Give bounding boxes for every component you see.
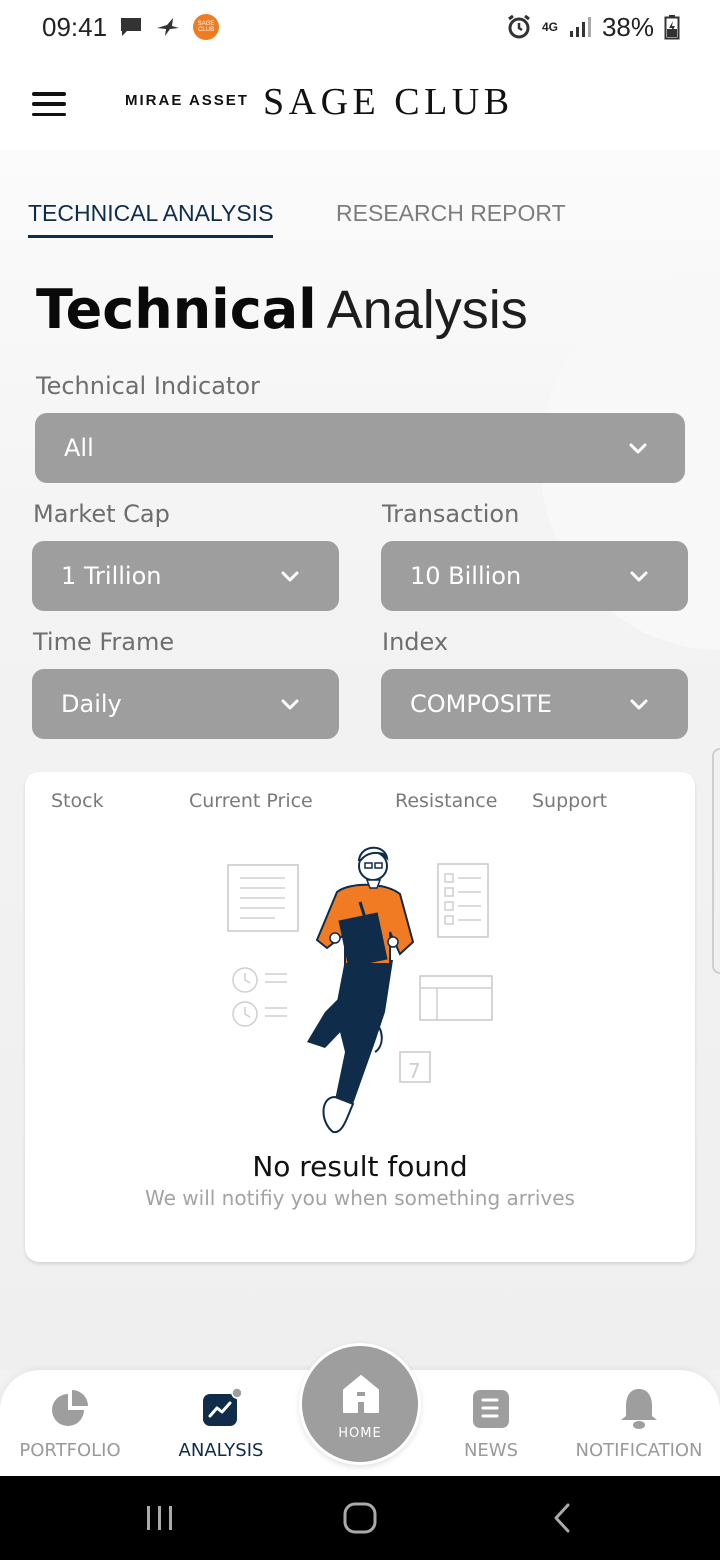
- chevron-down-icon: [629, 443, 647, 453]
- network-type: 4G: [541, 19, 558, 34]
- system-navigation-bar: [0, 1476, 720, 1560]
- trend-chart-icon: [203, 1387, 243, 1426]
- technical-indicator-value: All: [64, 434, 94, 462]
- technical-indicator-select[interactable]: All: [35, 413, 685, 483]
- nav-label-notification: NOTIFICATION: [575, 1440, 703, 1461]
- time-frame-label: Time Frame: [33, 628, 175, 656]
- status-right: 4G 38%: [506, 12, 680, 43]
- index-select[interactable]: COMPOSITE: [381, 669, 688, 739]
- nav-item-news[interactable]: NEWS: [421, 1370, 561, 1476]
- status-left: 09:41 SAGE CLUB: [42, 11, 220, 43]
- home-label: HOME: [338, 1426, 382, 1441]
- page-title-bold: Technical: [36, 278, 317, 341]
- signal-icon: [569, 17, 591, 37]
- nav-item-portfolio[interactable]: PORTFOLIO: [0, 1370, 140, 1476]
- bird-icon: [157, 18, 180, 36]
- page-title: Technical Analysis: [36, 278, 528, 341]
- alarm-icon: [508, 14, 530, 39]
- app-header: MIRAE ASSET SAGE CLUB: [0, 64, 720, 140]
- index-value: COMPOSITE: [410, 690, 552, 718]
- page-title-light: Analysis: [326, 280, 528, 340]
- index-label: Index: [382, 628, 449, 656]
- tab-technical-analysis[interactable]: TECHNICAL ANALYSIS: [28, 200, 274, 238]
- chevron-down-icon: [281, 699, 299, 709]
- app-notification-icon: SAGE CLUB: [193, 14, 220, 40]
- back-icon[interactable]: [548, 1498, 578, 1538]
- message-icon: [121, 18, 142, 36]
- results-table-card: Stock Current Price Resistance Support 7…: [25, 772, 695, 1262]
- chevron-down-icon: [281, 571, 299, 581]
- empty-state-subtitle: We will notifiy you when something arriv…: [145, 1186, 575, 1210]
- time-frame-value: Daily: [61, 690, 122, 718]
- brand-name-small: MIRAE ASSET: [125, 92, 249, 109]
- chevron-down-icon: [630, 699, 648, 709]
- menu-icon[interactable]: [32, 92, 66, 116]
- pie-chart-icon: [52, 1390, 88, 1426]
- column-header-support[interactable]: Support: [532, 790, 607, 812]
- market-cap-value: 1 Trillion: [61, 562, 162, 590]
- market-cap-select[interactable]: 1 Trillion: [32, 541, 339, 611]
- home-button[interactable]: HOME: [299, 1343, 421, 1465]
- transaction-value: 10 Billion: [410, 562, 522, 590]
- recent-apps-icon[interactable]: [144, 1498, 176, 1538]
- transaction-select[interactable]: 10 Billion: [381, 541, 688, 611]
- market-cap-label: Market Cap: [33, 500, 170, 528]
- nav-item-notification[interactable]: NOTIFICATION: [569, 1370, 709, 1476]
- news-icon: [473, 1390, 509, 1428]
- column-header-current-price[interactable]: Current Price: [189, 790, 313, 812]
- battery-charging-icon: [664, 15, 680, 40]
- nav-label-analysis: ANALYSIS: [178, 1440, 264, 1461]
- nav-item-analysis[interactable]: ANALYSIS: [151, 1370, 291, 1476]
- home-system-icon[interactable]: [341, 1498, 379, 1538]
- home-icon: [343, 1375, 379, 1413]
- nav-label-portfolio: PORTFOLIO: [19, 1440, 121, 1461]
- transaction-label: Transaction: [382, 500, 520, 528]
- chevron-down-icon: [630, 571, 648, 581]
- bell-icon: [621, 1389, 657, 1429]
- technical-indicator-label: Technical Indicator: [36, 372, 260, 400]
- svg-text:7: 7: [408, 1059, 421, 1083]
- status-time: 09:41: [42, 11, 108, 42]
- battery-percent: 38%: [601, 11, 654, 42]
- brand-name-large: SAGE CLUB: [263, 81, 514, 123]
- empty-state-title: No result found: [252, 1150, 468, 1183]
- tab-research-report[interactable]: RESEARCH REPORT: [336, 200, 566, 235]
- nav-label-news: NEWS: [463, 1440, 519, 1461]
- column-header-stock[interactable]: Stock: [51, 790, 104, 812]
- status-bar: 09:41 SAGE CLUB 4G 38%: [0, 0, 720, 54]
- time-frame-select[interactable]: Daily: [32, 669, 339, 739]
- side-drawer-handle[interactable]: [712, 748, 720, 974]
- column-header-resistance[interactable]: Resistance: [395, 790, 497, 812]
